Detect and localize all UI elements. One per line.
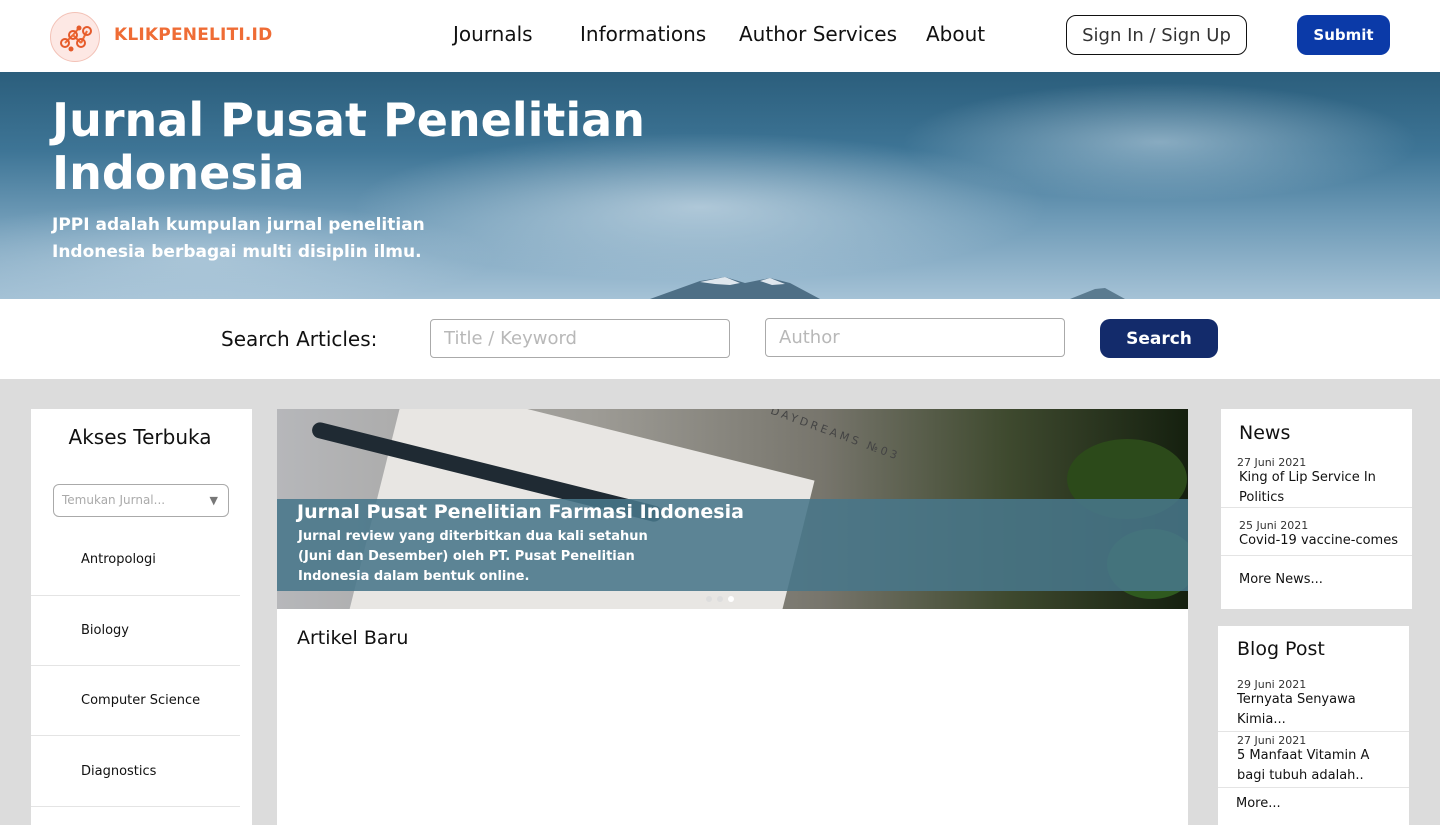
hero-subtitle: JPPI adalah kumpulan jurnal penelitian I… bbox=[52, 215, 425, 262]
blog-title: Blog Post bbox=[1237, 638, 1325, 660]
category-item-antropologi[interactable]: Antropologi bbox=[31, 526, 240, 596]
chevron-down-icon: ▼ bbox=[209, 494, 218, 507]
brand-name[interactable]: KLIKPENELITI.ID bbox=[114, 25, 272, 45]
carousel-dot-2[interactable] bbox=[717, 596, 723, 602]
author-search-input[interactable] bbox=[765, 318, 1065, 357]
hero-cloud bbox=[900, 82, 1420, 202]
category-label: Biology bbox=[81, 623, 129, 638]
news-headline[interactable]: Covid-19 vaccine-comes bbox=[1239, 531, 1414, 551]
blog-panel: Blog Post 29 Juni 2021 Ternyata Senyawa … bbox=[1218, 626, 1409, 825]
news-title: News bbox=[1239, 422, 1291, 444]
news-item[interactable]: 27 Juni 2021 King of Lip Service In Poli… bbox=[1221, 453, 1412, 508]
featured-journal-carousel[interactable]: DAYDREAMS №03 Jurnal Pusat Penelitian Fa… bbox=[277, 409, 1188, 609]
news-item[interactable]: 25 Juni 2021 Covid-19 vaccine-comes bbox=[1221, 510, 1412, 556]
open-access-title: Akses Terbuka bbox=[68, 425, 212, 449]
logo-icon[interactable] bbox=[50, 12, 100, 62]
hero-title: Jurnal Pusat Penelitian Indonesia bbox=[52, 93, 645, 200]
banner-description: Jurnal review yang diterbitkan dua kali … bbox=[298, 529, 648, 584]
keyword-search-input[interactable] bbox=[430, 319, 730, 358]
search-label: Search Articles: bbox=[221, 327, 378, 351]
open-access-panel: Akses Terbuka Temukan Jurnal... ▼ Antrop… bbox=[31, 409, 252, 825]
sign-in-button[interactable]: Sign In / Sign Up bbox=[1066, 15, 1247, 55]
blog-item[interactable]: 27 Juni 2021 5 Manfaat Vitamin A bagi tu… bbox=[1218, 732, 1409, 788]
blog-item[interactable]: 29 Juni 2021 Ternyata Senyawa Kimia... bbox=[1218, 675, 1409, 732]
top-header: KLIKPENELITI.ID Journals Informations Au… bbox=[0, 0, 1440, 72]
more-blog-link[interactable]: More... bbox=[1236, 796, 1281, 811]
news-panel: News 27 Juni 2021 King of Lip Service In… bbox=[1221, 409, 1412, 609]
journal-select[interactable]: Temukan Jurnal... ▼ bbox=[53, 484, 229, 517]
mountain-silhouette bbox=[650, 277, 1125, 299]
hero-banner: Jurnal Pusat Penelitian Indonesia JPPI a… bbox=[0, 72, 1440, 299]
category-label: Diagnostics bbox=[81, 764, 157, 779]
search-button[interactable]: Search bbox=[1100, 319, 1218, 358]
carousel-dot-3[interactable] bbox=[728, 596, 734, 602]
carousel-dots bbox=[706, 596, 734, 602]
submit-button[interactable]: Submit bbox=[1297, 15, 1390, 55]
nav-informations[interactable]: Informations bbox=[580, 22, 706, 46]
blog-headline[interactable]: Ternyata Senyawa Kimia... bbox=[1237, 690, 1387, 730]
category-item-biology[interactable]: Biology bbox=[31, 596, 240, 666]
network-nodes-icon bbox=[60, 25, 92, 52]
news-headline[interactable]: King of Lip Service In Politics bbox=[1239, 468, 1409, 508]
category-label: Computer Science bbox=[81, 693, 201, 708]
banner-title[interactable]: Jurnal Pusat Penelitian Farmasi Indonesi… bbox=[297, 501, 744, 523]
category-item-diagnostics[interactable]: Diagnostics bbox=[31, 737, 240, 807]
more-news-link[interactable]: More News... bbox=[1239, 572, 1323, 587]
blog-headline[interactable]: 5 Manfaat Vitamin A bagi tubuh adalah.. bbox=[1237, 746, 1387, 786]
category-label: Antropologi bbox=[81, 552, 156, 567]
nav-journals[interactable]: Journals bbox=[453, 22, 533, 46]
category-item-computer-science[interactable]: Computer Science bbox=[31, 666, 240, 736]
new-articles-title: Artikel Baru bbox=[297, 627, 409, 649]
search-bar: Search Articles: Search bbox=[0, 299, 1440, 379]
nav-about[interactable]: About bbox=[926, 22, 985, 46]
nav-author-services[interactable]: Author Services bbox=[739, 22, 897, 46]
carousel-dot-1[interactable] bbox=[706, 596, 712, 602]
notebook-label: DAYDREAMS №03 bbox=[768, 409, 902, 463]
main-content: DAYDREAMS №03 Jurnal Pusat Penelitian Fa… bbox=[277, 409, 1188, 825]
journal-select-placeholder: Temukan Jurnal... bbox=[62, 493, 166, 507]
